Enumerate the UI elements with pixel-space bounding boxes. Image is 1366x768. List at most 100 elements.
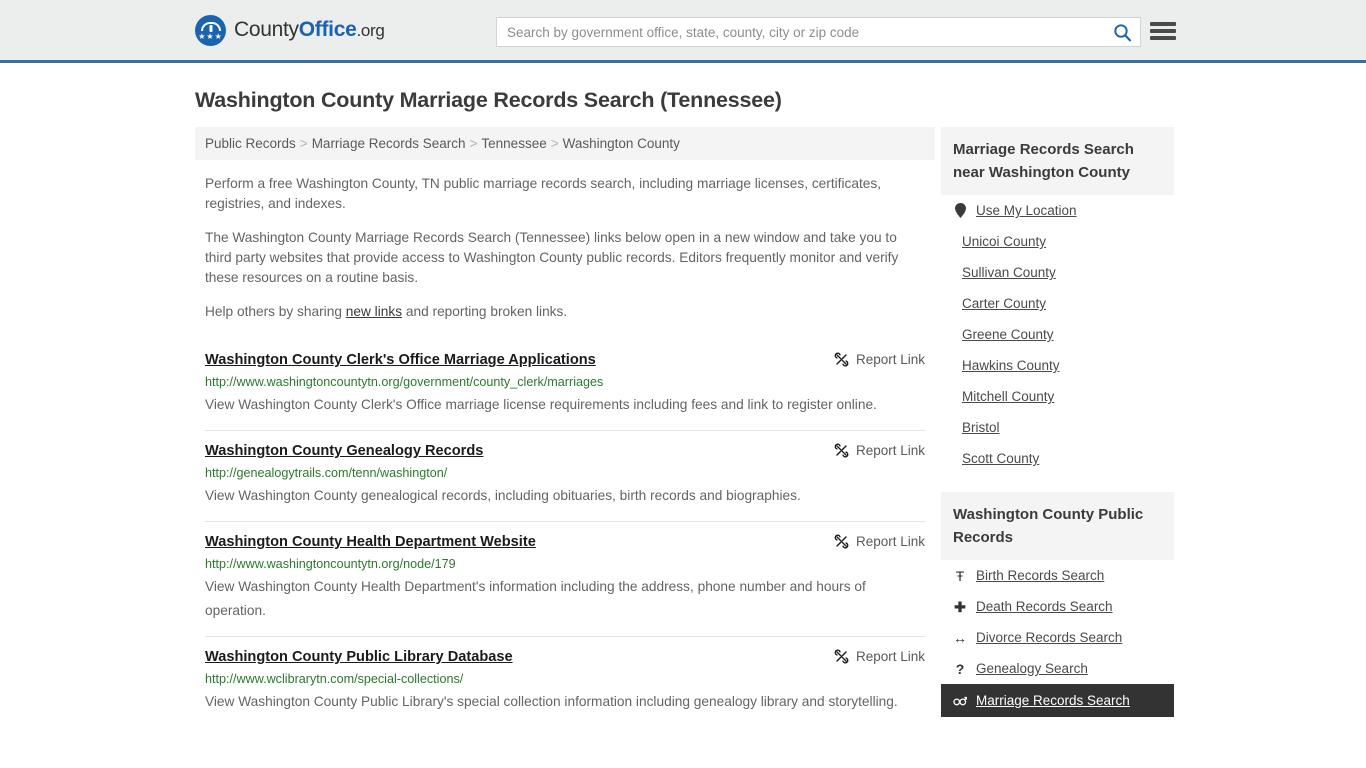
sidebar-link[interactable]: Birth Records Search [976, 568, 1104, 583]
search-icon [1113, 23, 1131, 41]
logo-text-office: Office [298, 18, 357, 41]
report-link-button[interactable]: Report Link [834, 442, 925, 458]
site-logo[interactable]: ★★★ CountyOffice.org [195, 14, 385, 46]
sidebar-list-item[interactable]: Hawkins County [941, 350, 1174, 381]
result-item-2: Washington County Health Department Webs… [205, 521, 925, 636]
sidebar-panel-title: Washington County Public Records [941, 492, 1174, 560]
intro-p3-before: Help others by sharing [205, 304, 346, 319]
sidebar-link[interactable]: Scott County [962, 451, 1039, 466]
result-item-3: Washington County Public Library Databas… [205, 636, 925, 727]
report-link-label: Report Link [855, 443, 925, 458]
report-link-button[interactable]: Report Link [834, 648, 925, 664]
main-column: Public Records > Marriage Records Search > T… [195, 127, 935, 727]
breadcrumb-item-0[interactable]: Public Records [205, 136, 296, 151]
result-title-link[interactable]: Washington County Genealogy Records [205, 442, 483, 460]
result-url-link[interactable]: http://genealogytrails.com/tenn/washingt… [205, 465, 925, 481]
question-mark-icon: ? [955, 660, 965, 677]
cross-icon: ✚ [954, 598, 966, 615]
sidebar-list-item[interactable]: Mitchell County [941, 381, 1174, 412]
breadcrumb-item-1[interactable]: Marriage Records Search [312, 136, 466, 151]
intro-paragraph-2: The Washington County Marriage Records S… [205, 230, 899, 285]
page-body: Washington County Marriage Records Searc… [0, 88, 1366, 735]
sidebar-link[interactable]: Marriage Records Search [976, 693, 1130, 708]
new-links-link[interactable]: new links [346, 304, 402, 319]
sidebar-link[interactable]: Carter County [962, 296, 1046, 311]
report-link-label: Report Link [855, 534, 925, 549]
report-link-label: Report Link [855, 352, 925, 367]
sidebar-list-item[interactable]: Bristol [941, 412, 1174, 443]
intro-text: Perform a free Washington County, TN pub… [195, 174, 935, 322]
sidebar-list-item[interactable]: Unicoi County [941, 226, 1174, 257]
sidebar-link[interactable]: Unicoi County [962, 234, 1046, 249]
breadcrumb-separator: > [299, 136, 308, 151]
result-url-link[interactable]: http://www.washingtoncountytn.org/node/1… [205, 556, 925, 572]
result-item-1: Washington County Genealogy Records Repo… [205, 430, 925, 521]
sidebar-panel-title: Marriage Records Search near Washington … [941, 127, 1174, 195]
result-url-link[interactable]: http://www.wclibrarytn.com/special-colle… [205, 671, 925, 687]
intro-paragraph-3: Help others by sharing new links and rep… [205, 302, 925, 322]
split-arrows-icon: ↔ [953, 629, 967, 646]
content-columns: Public Records > Marriage Records Search > T… [195, 127, 1366, 735]
result-title-link[interactable]: Washington County Public Library Databas… [205, 648, 513, 666]
intro-p3-after: and reporting broken links. [402, 304, 568, 319]
broken-link-icon [834, 534, 849, 549]
result-header: Washington County Health Department Webs… [205, 533, 925, 551]
sidebar-list-item[interactable]: Carter County [941, 288, 1174, 319]
sidebar-list-item[interactable]: Use My Location [941, 195, 1174, 226]
result-item-0: Washington County Clerk's Office Marriag… [205, 340, 925, 430]
sidebar-list-item[interactable]: Marriage Records Search [941, 684, 1174, 717]
sidebar-list-item[interactable]: Scott County [941, 443, 1174, 474]
breadcrumb: Public Records > Marriage Records Search > T… [195, 127, 935, 160]
sidebar-panel-1: Washington County Public Records Ŧ Birth R… [941, 492, 1174, 717]
search-input[interactable] [497, 18, 1104, 46]
report-link-button[interactable]: Report Link [834, 533, 925, 549]
broken-link-icon [834, 649, 849, 664]
result-title-link[interactable]: Washington County Health Department Webs… [205, 533, 536, 551]
sidebar-link[interactable]: Bristol [962, 420, 1000, 435]
sidebar: Marriage Records Search near Washington … [941, 127, 1174, 735]
logo-text-org: .org [356, 21, 385, 40]
sidebar-list-item[interactable]: ↔ Divorce Records Search [941, 622, 1174, 653]
baby-icon: Ŧ [955, 567, 965, 584]
logo-text-county: County [234, 18, 299, 41]
sidebar-link[interactable]: Death Records Search [976, 599, 1113, 614]
sidebar-link[interactable]: Greene County [962, 327, 1054, 342]
sidebar-list-item[interactable]: Ŧ Birth Records Search [941, 560, 1174, 591]
breadcrumb-item-2[interactable]: Tennessee [481, 136, 546, 151]
broken-link-icon [834, 352, 849, 367]
county-office-emblem-icon: ★★★ [195, 14, 226, 46]
result-header: Washington County Clerk's Office Marriag… [205, 351, 925, 369]
results-list: Washington County Clerk's Office Marriag… [195, 340, 935, 727]
breadcrumb-separator: > [469, 136, 478, 151]
sidebar-list-item[interactable]: ? Genealogy Search [941, 653, 1174, 684]
hamburger-menu-icon[interactable] [1150, 19, 1176, 43]
report-link-button[interactable]: Report Link [834, 351, 925, 367]
result-header: Washington County Genealogy Records Repo… [205, 442, 925, 460]
sidebar-link[interactable]: Mitchell County [962, 389, 1054, 404]
page-title: Washington County Marriage Records Searc… [195, 88, 782, 112]
sidebar-panel-list: Use My Location Unicoi County Sullivan Cou… [941, 195, 1174, 474]
sidebar-list-item[interactable]: ✚ Death Records Search [941, 591, 1174, 622]
sidebar-link[interactable]: Sullivan County [962, 265, 1056, 280]
sidebar-link[interactable]: Divorce Records Search [976, 630, 1122, 645]
sidebar-panel-list: Ŧ Birth Records Search ✚ Death Records Sear… [941, 560, 1174, 717]
sidebar-link[interactable]: Genealogy Search [976, 661, 1088, 676]
result-description: View Washington County genealogical reco… [205, 488, 801, 503]
breadcrumb-item-3[interactable]: Washington County [563, 136, 680, 151]
site-logo-text: CountyOffice.org [234, 18, 385, 42]
location-pin-icon [953, 203, 967, 218]
site-header: ★★★ CountyOffice.org [0, 0, 1366, 63]
sidebar-list-item[interactable]: Greene County [941, 319, 1174, 350]
result-url-link[interactable]: http://www.washingtoncountytn.org/govern… [205, 374, 925, 390]
search-bar [496, 17, 1141, 47]
report-link-label: Report Link [855, 649, 925, 664]
search-button[interactable] [1104, 18, 1140, 46]
result-title-link[interactable]: Washington County Clerk's Office Marriag… [205, 351, 596, 369]
sidebar-list-item[interactable]: Sullivan County [941, 257, 1174, 288]
sidebar-panel-0: Marriage Records Search near Washington … [941, 127, 1174, 474]
result-description: View Washington County Health Department… [205, 579, 866, 618]
broken-link-icon [834, 443, 849, 458]
sidebar-link[interactable]: Hawkins County [962, 358, 1060, 373]
breadcrumb-separator: > [550, 136, 559, 151]
sidebar-link[interactable]: Use My Location [976, 203, 1077, 218]
